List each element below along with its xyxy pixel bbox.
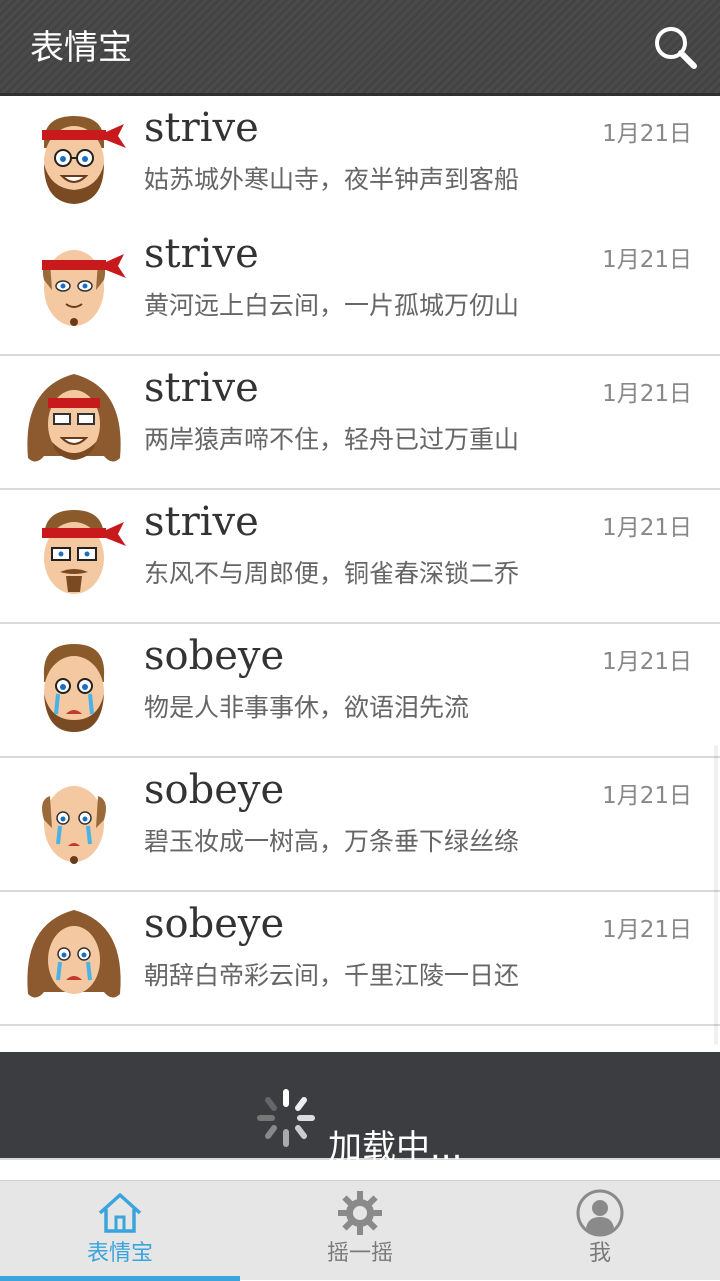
avatar-icon — [42, 510, 126, 594]
avatar-icon — [43, 644, 105, 732]
message-date: 1月21日 — [602, 121, 692, 147]
sender-name: sobeye — [144, 767, 285, 813]
message-preview: 两岸猿声啼不住，轻舟已过万重山 — [144, 425, 520, 454]
message-date: 1月21日 — [602, 917, 692, 943]
loading-spinner-icon — [257, 1089, 315, 1147]
app-title: 表情宝 — [30, 28, 132, 68]
avatar-icon — [27, 374, 121, 462]
message-list[interactable]: strive 姑苏城外寒山寺，夜半钟声到客船 1月21日 strive 黄河远上… — [0, 96, 720, 1180]
gear-icon — [338, 1191, 382, 1235]
tab-indicator — [0, 1276, 240, 1281]
scrollbar[interactable] — [714, 745, 718, 1045]
sender-name: sobeye — [144, 633, 285, 679]
message-preview: 姑苏城外寒山寺，夜半钟声到客船 — [144, 165, 520, 194]
list-item[interactable]: strive 东风不与周郎便，铜雀春深锁二乔 1月21日 — [0, 490, 720, 624]
search-button[interactable] — [652, 24, 700, 72]
avatar-icon — [42, 250, 126, 326]
message-preview: 朝辞白帝彩云间，千里江陵一日还 — [144, 961, 520, 990]
message-date: 1月21日 — [602, 515, 692, 541]
tab-shake[interactable]: 摇一摇 — [240, 1181, 480, 1281]
sender-name: strive — [144, 231, 259, 277]
message-preview: 黄河远上白云间，一片孤城万仞山 — [144, 291, 520, 320]
person-icon — [576, 1189, 624, 1237]
sender-name: strive — [144, 499, 259, 545]
message-date: 1月21日 — [602, 247, 692, 273]
tab-home[interactable]: 表情宝 — [0, 1181, 240, 1281]
tab-label: 摇一摇 — [326, 1241, 393, 1266]
sender-name: strive — [144, 365, 259, 411]
tab-me[interactable]: 我 — [480, 1181, 720, 1281]
message-date: 1月21日 — [602, 381, 692, 407]
list-item[interactable]: strive 姑苏城外寒山寺，夜半钟声到客船 1月21日 — [0, 96, 720, 230]
loading-bar: 加载中... — [0, 1052, 720, 1168]
avatar-icon — [42, 116, 126, 204]
message-preview: 碧玉妆成一树高，万条垂下绿丝绦 — [144, 827, 520, 856]
list-item[interactable]: strive 黄河远上白云间，一片孤城万仞山 1月21日 — [0, 222, 720, 356]
tab-label: 我 — [588, 1241, 611, 1266]
app-header: 表情宝 — [0, 0, 720, 96]
search-icon — [655, 27, 697, 69]
bottom-tab-bar: 表情宝 摇一摇 我 — [0, 1180, 720, 1281]
list-item[interactable]: sobeye 朝辞白帝彩云间，千里江陵一日还 1月21日 — [0, 892, 720, 1026]
tab-label: 表情宝 — [86, 1241, 153, 1266]
message-preview: 东风不与周郎便，铜雀春深锁二乔 — [144, 559, 520, 588]
list-item[interactable]: sobeye 碧玉妆成一树高，万条垂下绿丝绦 1月21日 — [0, 758, 720, 892]
loading-text: 加载中... — [328, 1128, 463, 1168]
list-item[interactable]: sobeye 物是人非事事休，欲语泪先流 1月21日 — [0, 624, 720, 758]
sender-name: sobeye — [144, 901, 285, 947]
sender-name: strive — [144, 105, 259, 151]
list-item[interactable]: strive 两岸猿声啼不住，轻舟已过万重山 1月21日 — [0, 356, 720, 490]
avatar-icon — [27, 910, 121, 998]
message-date: 1月21日 — [602, 649, 692, 675]
message-date: 1月21日 — [602, 783, 692, 809]
home-icon — [98, 1193, 142, 1233]
message-preview: 物是人非事事休，欲语泪先流 — [144, 693, 470, 722]
avatar-icon — [42, 786, 106, 864]
